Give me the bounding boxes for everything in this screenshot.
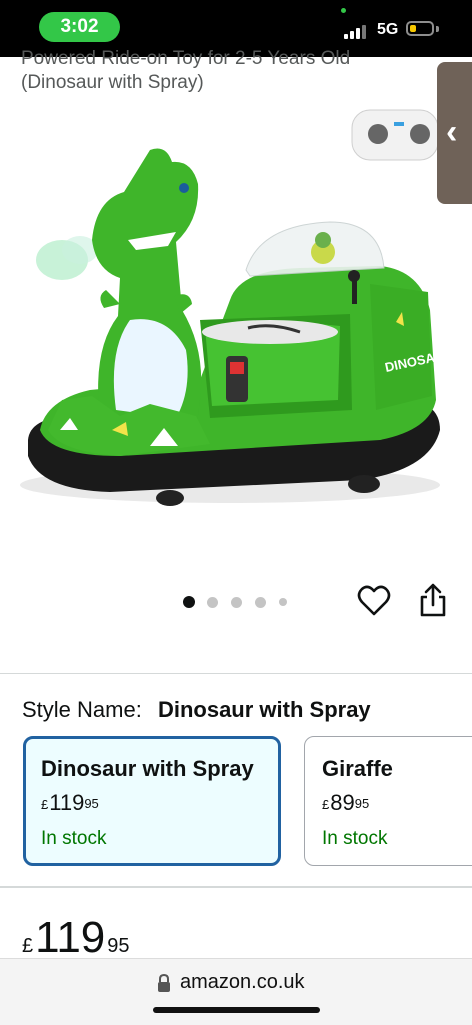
signal-icon: [344, 23, 372, 39]
network-type: 5G: [377, 21, 399, 38]
option-name: Giraffe: [322, 756, 393, 781]
carousel-dot[interactable]: [183, 596, 195, 608]
option-currency: £: [41, 797, 49, 812]
chevron-left-icon[interactable]: ‹: [446, 115, 457, 149]
option-price: £8995: [322, 790, 472, 816]
carousel-dot[interactable]: [207, 596, 218, 608]
battery-icon: [406, 21, 434, 36]
option-price-whole: 89: [330, 790, 355, 815]
status-time[interactable]: 3:02: [39, 12, 120, 42]
battery-level: [410, 25, 416, 32]
option-currency: £: [322, 797, 330, 812]
option-price-whole: 119: [49, 790, 85, 815]
url-text[interactable]: amazon.co.uk: [180, 971, 305, 994]
style-option-dinosaur[interactable]: Dinosaur with Spray £11995 In stock: [23, 736, 281, 866]
remote-controller-image: [351, 109, 439, 161]
option-availability: In stock: [322, 828, 388, 849]
section-divider: [0, 673, 472, 674]
mic-indicator-dot: [341, 8, 346, 13]
style-name-value: Dinosaur with Spray: [157, 697, 371, 722]
product-price: £119 95: [22, 912, 130, 964]
price-whole: 119: [35, 913, 106, 962]
lock-icon: [158, 973, 170, 992]
carousel-dot[interactable]: [231, 596, 242, 608]
section-divider: [0, 886, 472, 888]
battery-cap: [436, 26, 439, 32]
carousel-dot[interactable]: [255, 596, 266, 608]
price-currency: £: [22, 935, 34, 957]
price-fraction: 95: [107, 935, 130, 957]
share-icon[interactable]: [418, 582, 448, 618]
style-name-label: Style Name:: [22, 697, 142, 722]
style-option-giraffe[interactable]: Giraffe £8995 In stock: [304, 736, 472, 866]
carousel-dot[interactable]: [279, 598, 287, 606]
home-indicator[interactable]: [153, 1007, 320, 1013]
option-price: £11995: [41, 790, 263, 816]
heart-icon[interactable]: [357, 584, 391, 618]
style-name-row: Style Name: Dinosaur with Spray: [22, 697, 371, 723]
option-name: Dinosaur with Spray: [41, 756, 254, 781]
product-title-clipped: Powered Ride-on Toy for 2-5 Years Old: [21, 48, 351, 69]
option-availability: In stock: [41, 828, 107, 849]
browser-url-bar[interactable]: amazon.co.uk: [0, 958, 472, 1025]
product-title: (Dinosaur with Spray): [21, 72, 204, 93]
product-image[interactable]: DINOSAUR: [0, 100, 472, 570]
option-price-fraction: 95: [84, 796, 99, 811]
option-price-fraction: 95: [354, 796, 370, 811]
